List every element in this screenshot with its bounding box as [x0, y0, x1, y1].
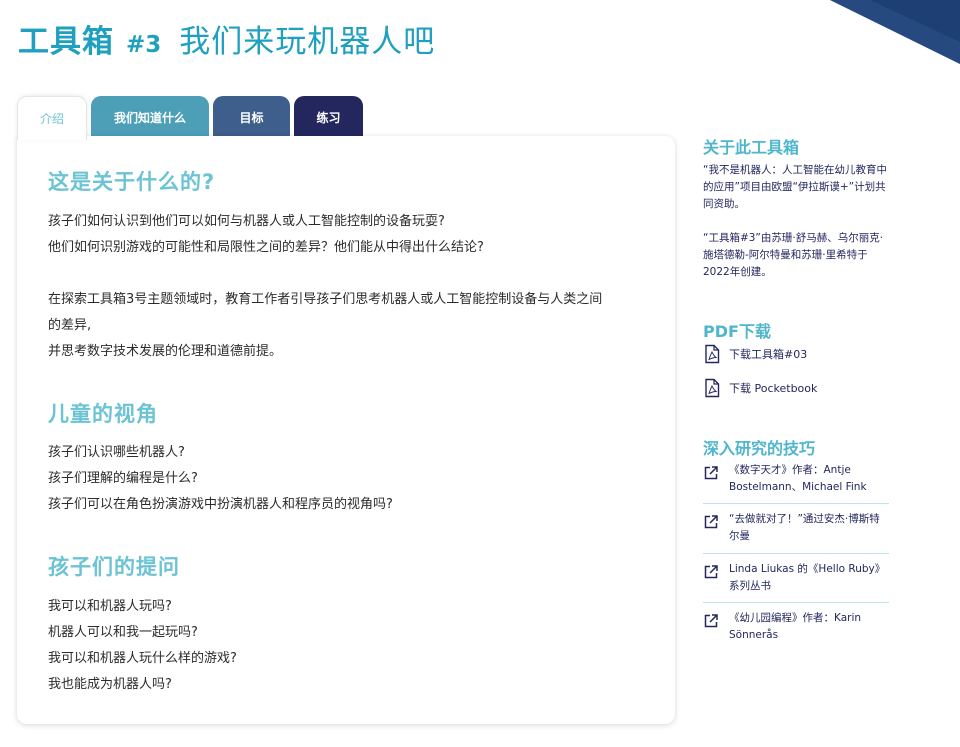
- download-label: 下载工具箱#03: [729, 348, 808, 361]
- paragraph-line: 我可以和机器人玩吗?: [48, 599, 172, 614]
- divider: [703, 553, 889, 554]
- page-title: 工具箱 #3 我们来玩机器人吧: [18, 16, 435, 62]
- tab-bar: 介绍 我们知道什么 目标 练习: [17, 96, 363, 140]
- title-number: #3: [126, 32, 162, 58]
- sidebar-heading-downloads: PDF下载: [703, 322, 771, 341]
- sidebar-heading-tips: 深入研究的技巧: [703, 439, 816, 458]
- paragraph-line: 我可以和机器人玩什么样的游戏?: [48, 651, 237, 666]
- tip-link[interactable]: “去做就对了！”通过安杰·博斯特尔曼: [703, 511, 889, 545]
- tip-label: 《数字天才》作者：Antje Bostelmann、Michael Fink: [729, 464, 867, 493]
- external-link-icon: [704, 466, 718, 480]
- external-link-icon: [704, 614, 718, 628]
- section-paragraph: 孩子们如何认识到他们可以如何与机器人或人工智能控制的设备玩耍? 他们如何识别游戏…: [48, 209, 484, 261]
- sidebar-heading-about: 关于此工具箱: [703, 138, 800, 157]
- divider: [703, 602, 889, 603]
- download-link-pocketbook[interactable]: 下载 Pocketbook: [703, 377, 817, 399]
- paragraph-line: 孩子们可以在角色扮演游戏中扮演机器人和程序员的视角吗?: [48, 497, 393, 512]
- paragraph-line: 孩子们理解的编程是什么?: [48, 471, 198, 486]
- tab-introduction[interactable]: 介绍: [17, 96, 87, 140]
- paragraph-line: 他们如何识别游戏的可能性和局限性之间的差异？他们能从中得出什么结论?: [48, 240, 484, 255]
- title-subtitle: 我们来玩机器人吧: [179, 24, 436, 60]
- section-paragraph: 孩子们认识哪些机器人? 孩子们理解的编程是什么? 孩子们可以在角色扮演游戏中扮演…: [48, 440, 393, 518]
- tip-label: 《幼儿园编程》作者：Karin Sönnerås: [729, 612, 862, 641]
- pdf-file-icon: [705, 344, 720, 364]
- divider: [703, 503, 889, 504]
- paragraph-line: 孩子们认识哪些机器人?: [48, 445, 185, 460]
- tip-link[interactable]: 《幼儿园编程》作者：Karin Sönnerås: [703, 610, 889, 644]
- pdf-file-icon: [705, 378, 720, 398]
- section-heading: 儿童的视角: [48, 402, 158, 426]
- content-card: 这是关于什么的? 孩子们如何认识到他们可以如何与机器人或人工智能控制的设备玩耍?…: [17, 136, 675, 724]
- download-link-toolbox[interactable]: 下载工具箱#03: [703, 343, 807, 365]
- external-link-icon: [704, 565, 718, 579]
- paragraph-line: 机器人可以和我一起玩吗?: [48, 625, 198, 640]
- about-paragraph: “工具箱#3”由苏珊·舒马赫、乌尔丽克·施塔德勒-阿尔特曼和苏珊·里希特于202…: [703, 232, 884, 278]
- about-paragraph: “我不是机器人：人工智能在幼儿教育中的应用”项目由欧盟“伊拉斯谟+”计划共同资助…: [703, 164, 887, 210]
- title-main: 工具箱: [18, 24, 114, 60]
- paragraph-line: 的差异,: [48, 318, 92, 333]
- paragraph-line: 并思考数字技术发展的伦理和道德前提。: [48, 344, 283, 359]
- paragraph-line: 孩子们如何认识到他们可以如何与机器人或人工智能控制的设备玩耍?: [48, 214, 445, 229]
- tab-goals[interactable]: 目标: [213, 96, 290, 138]
- paragraph-line: 在探索工具箱3号主题领域时，教育工作者引导孩子们思考机器人或人工智能控制设备与人…: [48, 292, 603, 307]
- section-paragraph: 我可以和机器人玩吗? 机器人可以和我一起玩吗? 我可以和机器人玩什么样的游戏? …: [48, 594, 237, 698]
- external-link-icon: [704, 515, 718, 529]
- section-paragraph: 在探索工具箱3号主题领域时，教育工作者引导孩子们思考机器人或人工智能控制设备与人…: [48, 287, 602, 365]
- section-heading: 这是关于什么的?: [48, 170, 216, 194]
- tip-label: Linda Liukas 的《Hello Ruby》系列丛书: [729, 563, 886, 592]
- corner-decoration: [830, 0, 960, 64]
- tab-what-we-know[interactable]: 我们知道什么: [91, 96, 209, 138]
- tip-link[interactable]: Linda Liukas 的《Hello Ruby》系列丛书: [703, 561, 889, 595]
- paragraph-line: 我也能成为机器人吗?: [48, 677, 172, 692]
- tip-link[interactable]: 《数字天才》作者：Antje Bostelmann、Michael Fink: [703, 462, 889, 496]
- tip-label: “去做就对了！”通过安杰·博斯特尔曼: [729, 513, 880, 542]
- tab-exercises[interactable]: 练习: [294, 96, 363, 138]
- download-label: 下载 Pocketbook: [729, 382, 818, 395]
- section-heading: 孩子们的提问: [48, 555, 180, 579]
